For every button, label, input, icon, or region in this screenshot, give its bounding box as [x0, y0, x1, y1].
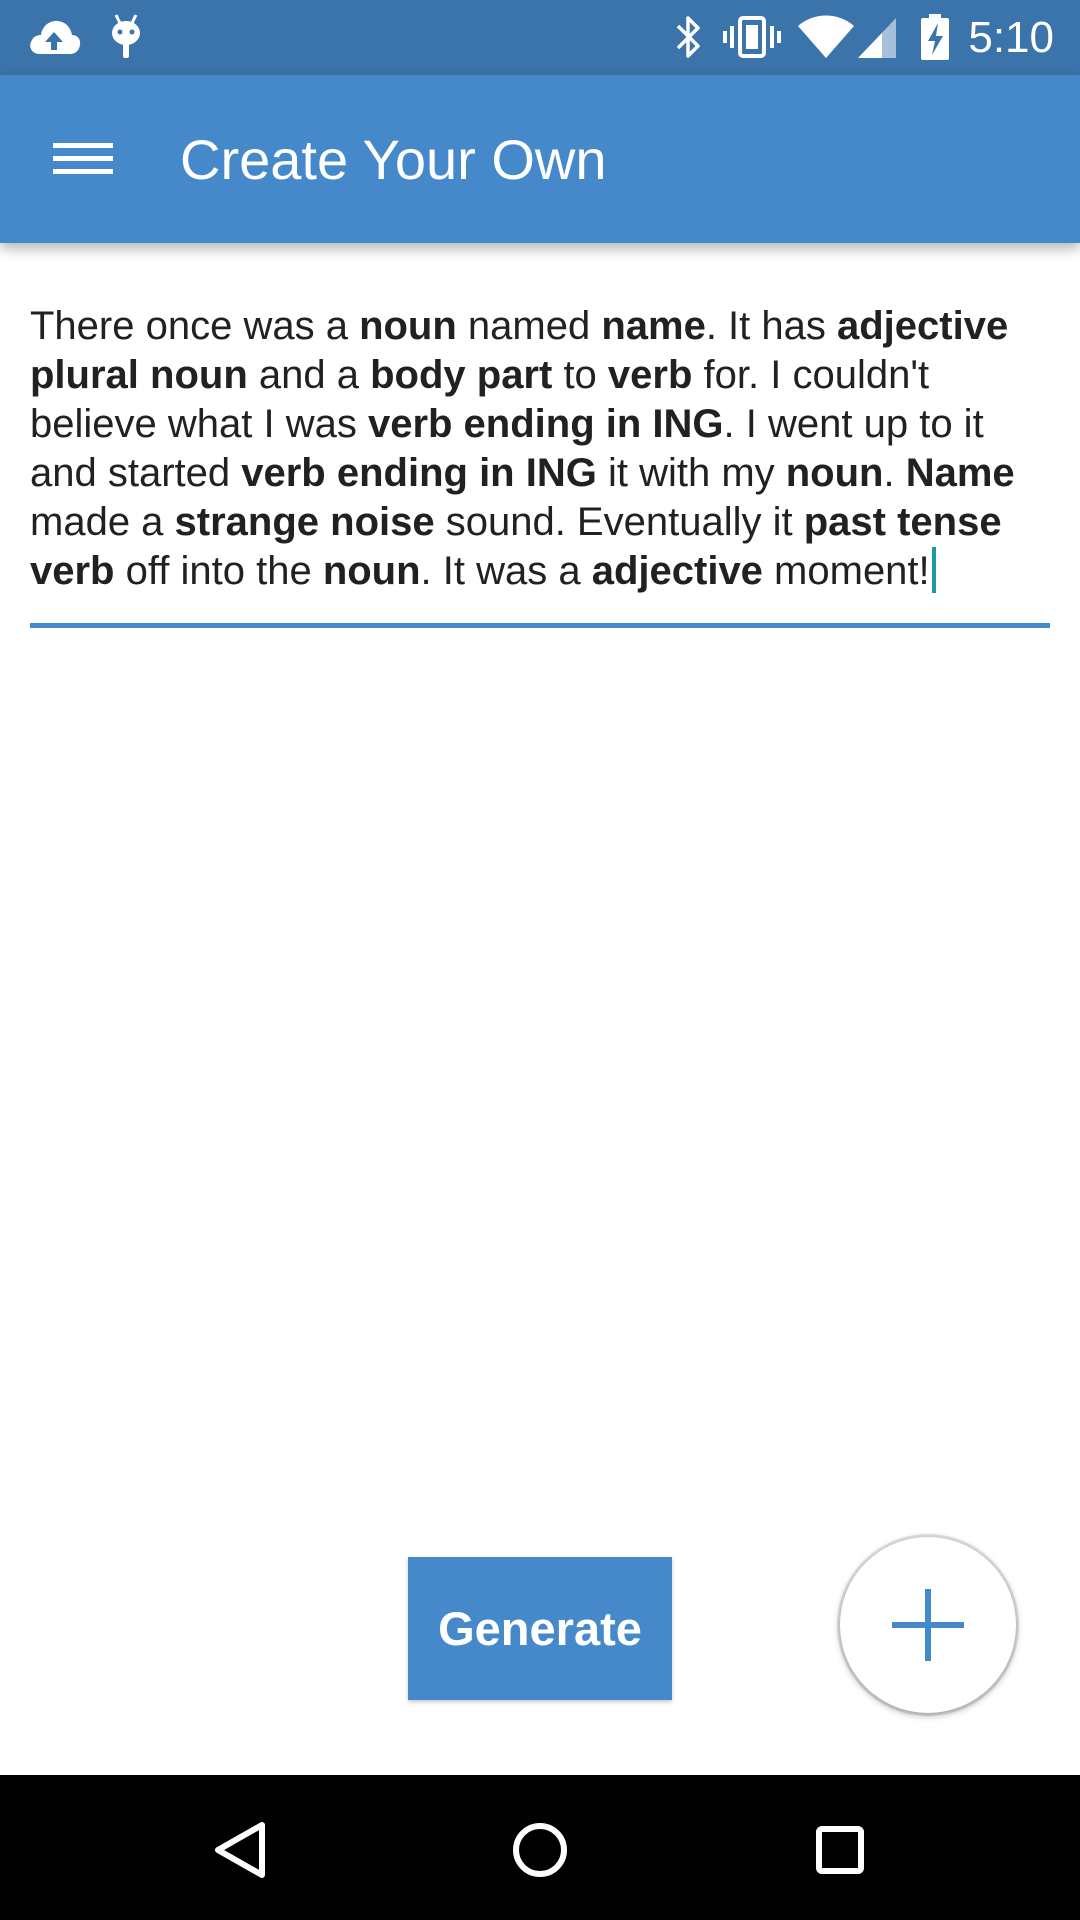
plus-icon — [892, 1589, 964, 1661]
story-placeholder-word: body part — [370, 353, 553, 397]
story-text-segment: named — [456, 304, 602, 348]
story-placeholder-word: strange noise — [174, 500, 435, 544]
story-text-segment: sound. Eventually it — [434, 500, 804, 544]
menu-button[interactable] — [38, 119, 128, 199]
story-text-field[interactable]: There once was a noun named name. It has… — [30, 302, 1050, 596]
wifi-icon — [798, 15, 854, 58]
story-placeholder-word: verb — [607, 353, 693, 397]
story-text-segment: off into the — [114, 549, 323, 593]
generate-button[interactable]: Generate — [408, 1557, 672, 1700]
story-text-segment: and a — [247, 353, 371, 397]
app-bar: Create Your Own — [0, 75, 1080, 243]
status-time: 5:10 — [968, 13, 1054, 62]
story-placeholder-word: adjective — [591, 549, 763, 593]
bluetooth-icon — [676, 16, 700, 58]
back-button[interactable] — [190, 1800, 290, 1900]
story-placeholder-word: noun — [359, 304, 457, 348]
story-placeholder-word: noun — [322, 549, 421, 593]
home-icon — [513, 1823, 567, 1877]
android-debug-icon — [112, 14, 140, 58]
page-title: Create Your Own — [180, 128, 607, 191]
story-text-segment: . It was a — [420, 549, 592, 593]
hamburger-menu-icon — [53, 143, 113, 174]
story-text-segment: There once was a — [30, 304, 360, 348]
story-placeholder-word: verb ending in ING — [241, 451, 597, 495]
home-button[interactable] — [490, 1800, 590, 1900]
status-bar: 5:10 — [0, 0, 1080, 75]
add-fab-button[interactable] — [840, 1537, 1016, 1713]
story-text-segment: . — [883, 451, 906, 495]
story-text: There once was a noun named name. It has… — [30, 302, 1050, 596]
recents-icon — [816, 1826, 864, 1874]
story-text-segment: it with my — [596, 451, 786, 495]
story-text-segment: made a — [30, 500, 175, 544]
story-placeholder-word: verb ending in ING — [367, 402, 724, 446]
story-text-segment: . It has — [705, 304, 837, 348]
navigation-bar — [0, 1775, 1080, 1920]
back-icon — [215, 1822, 265, 1878]
story-text-segment: to — [552, 353, 608, 397]
text-field-underline — [30, 623, 1050, 628]
story-text-segment: moment! — [762, 549, 930, 593]
cell-signal-icon — [858, 18, 896, 58]
vibrate-icon — [723, 16, 781, 58]
cloud-upload-icon — [30, 20, 81, 54]
battery-charging-icon — [921, 14, 949, 60]
story-placeholder-word: noun — [785, 451, 884, 495]
story-placeholder-word: Name — [905, 451, 1015, 495]
story-placeholder-word: name — [601, 304, 706, 348]
recents-button[interactable] — [790, 1800, 890, 1900]
text-cursor — [931, 547, 936, 593]
